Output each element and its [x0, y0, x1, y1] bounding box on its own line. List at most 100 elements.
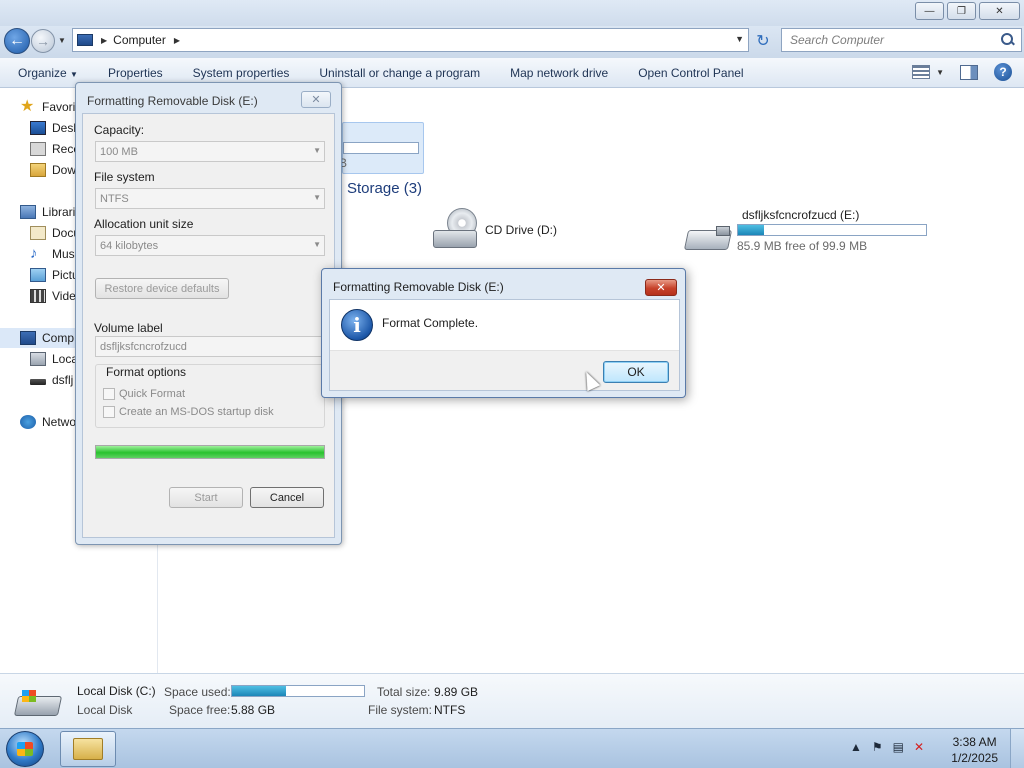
chevron-down-icon: ▼ — [313, 193, 321, 202]
information-icon: i — [341, 309, 373, 341]
local-disk-usage-bar — [343, 142, 419, 154]
preview-pane-icon[interactable] — [960, 64, 978, 80]
favorites-star-icon: ★ — [20, 98, 35, 115]
ok-button[interactable]: OK — [603, 361, 669, 383]
open-control-panel-button[interactable]: Open Control Panel — [623, 66, 758, 80]
capacity-label: Capacity: — [94, 123, 145, 137]
refresh-icon[interactable]: ↻ — [752, 30, 774, 52]
libraries-icon — [20, 205, 36, 219]
details-drive-type: Local Disk — [77, 703, 133, 717]
computer-icon — [77, 34, 93, 46]
removable-disk-usage-bar — [737, 224, 927, 236]
system-properties-button[interactable]: System properties — [178, 66, 305, 80]
action-center-flag-icon[interactable]: ⚑ — [872, 740, 883, 754]
cd-drive-label[interactable]: CD Drive (D:) — [485, 223, 557, 237]
local-disk-large-icon — [13, 688, 63, 718]
breadcrumb-arrow-icon[interactable]: ▶ — [174, 36, 180, 45]
pictures-icon — [30, 268, 46, 282]
nav-libraries-label: Librari — [42, 205, 76, 219]
map-network-drive-button[interactable]: Map network drive — [495, 66, 623, 80]
organize-label: Organize — [18, 65, 67, 80]
details-pane: Local Disk (C:) Local Disk Space used: S… — [0, 673, 1024, 728]
checkbox-icon — [103, 388, 115, 400]
capacity-select[interactable]: 100 MB ▼ — [95, 141, 325, 162]
breadcrumb-computer[interactable]: Computer — [113, 33, 166, 47]
space-used-fill — [232, 686, 287, 696]
nav-item-label: Dow — [52, 163, 77, 177]
file-system-value: NTFS — [434, 703, 466, 717]
message-dialog-close-button[interactable]: ✕ — [645, 279, 677, 296]
format-complete-dialog: Formatting Removable Disk (E:) ✕ i Forma… — [321, 268, 686, 398]
forward-button[interactable]: → — [31, 29, 55, 53]
system-tray: ▲ ⚑ ▤ ✕ — [850, 740, 924, 754]
show-desktop-button[interactable] — [1010, 729, 1024, 768]
computer-icon — [20, 331, 36, 345]
system-clock[interactable]: 3:38 AM 1/2/2025 — [951, 734, 998, 766]
chevron-down-icon: ▼ — [70, 69, 78, 79]
nav-network-label: Netwo — [42, 415, 77, 429]
nav-item-label: Vide — [52, 289, 76, 303]
videos-icon — [30, 289, 46, 303]
show-hidden-icons-icon[interactable]: ▲ — [850, 740, 862, 754]
taskbar-explorer-button[interactable] — [60, 731, 116, 767]
documents-icon — [30, 226, 46, 240]
change-view-icon[interactable] — [912, 65, 931, 79]
allocation-unit-select[interactable]: 64 kilobytes ▼ — [95, 235, 325, 256]
allocation-unit-label: Allocation unit size — [94, 217, 194, 231]
format-progress-fill — [96, 446, 324, 458]
msdos-startup-checkbox[interactable]: Create an MS-DOS startup disk — [103, 406, 274, 418]
back-button[interactable]: ← — [4, 28, 30, 54]
quick-format-label: Quick Format — [119, 388, 186, 400]
quick-format-checkbox[interactable]: Quick Format — [103, 388, 185, 400]
file-system-select[interactable]: NTFS ▼ — [95, 188, 325, 209]
breadcrumb-arrow-icon[interactable]: ▶ — [101, 36, 107, 45]
start-button[interactable]: Start — [169, 487, 243, 508]
address-bar[interactable]: ▶ Computer ▶ ▼ — [72, 28, 749, 52]
window-titlebar: — ❐ ✕ — [0, 0, 1024, 26]
restore-button[interactable]: ❐ — [947, 2, 976, 20]
window-caption-buttons: — ❐ ✕ — [915, 2, 1020, 20]
file-system-label: File system — [94, 170, 155, 184]
volume-label-input[interactable]: dsfljksfcncrofzucd — [95, 336, 325, 357]
chevron-down-icon: ▼ — [313, 240, 321, 249]
window-close-button[interactable]: ✕ — [979, 2, 1020, 20]
space-used-label: Space used: — [164, 685, 231, 699]
cd-drive-icon[interactable] — [431, 208, 481, 252]
search-input[interactable]: Search Computer — [782, 33, 1001, 47]
cancel-button[interactable]: Cancel — [250, 487, 324, 508]
format-dialog-body: Capacity: 100 MB ▼ File system NTFS ▼ Al… — [82, 113, 335, 538]
windows-logo-icon — [22, 690, 36, 702]
start-button[interactable] — [6, 731, 44, 767]
nav-item-label: dsflj — [52, 373, 74, 387]
search-box[interactable]: Search Computer — [781, 28, 1022, 52]
format-progress-bar — [95, 445, 325, 459]
network-status-icon[interactable]: ▤ — [893, 740, 904, 754]
view-options-dropdown-icon[interactable]: ▼ — [936, 68, 944, 77]
usb-drive-icon — [30, 379, 46, 385]
removable-disk-icon[interactable] — [683, 226, 734, 252]
help-icon[interactable]: ? — [994, 63, 1012, 81]
chevron-down-icon: ▼ — [313, 146, 321, 155]
downloads-folder-icon — [30, 163, 46, 177]
music-icon: ♪ — [30, 245, 38, 262]
restore-defaults-button[interactable]: Restore device defaults — [95, 278, 229, 299]
recent-pages-dropdown-icon[interactable]: ▼ — [58, 36, 66, 45]
removable-disk-label[interactable]: dsfljksfcncrofzucd (E:) — [742, 208, 859, 222]
uninstall-program-button[interactable]: Uninstall or change a program — [304, 66, 495, 80]
file-system-label: File system: — [368, 703, 433, 717]
properties-button[interactable]: Properties — [93, 66, 178, 80]
storage-group-header[interactable]: Storage (3) — [347, 180, 422, 197]
search-icon[interactable] — [1001, 33, 1015, 47]
volume-muted-icon[interactable]: ✕ — [914, 740, 924, 754]
minimize-button[interactable]: — — [915, 2, 944, 20]
organize-menu[interactable]: Organize ▼ — [0, 66, 93, 80]
format-dialog-close-button[interactable]: ✕ — [301, 91, 331, 108]
toolbar-right-controls: ▼ ? — [912, 63, 1012, 81]
address-dropdown-icon[interactable]: ▼ — [735, 34, 744, 44]
file-system-value: NTFS — [100, 193, 129, 205]
removable-disk-usage-fill — [738, 225, 765, 235]
space-free-label: Space free: — [169, 703, 231, 717]
nav-item-label: Mus — [52, 247, 75, 261]
format-options-label: Format options — [104, 365, 189, 379]
local-disk-tile-selected[interactable]: B — [339, 122, 424, 174]
